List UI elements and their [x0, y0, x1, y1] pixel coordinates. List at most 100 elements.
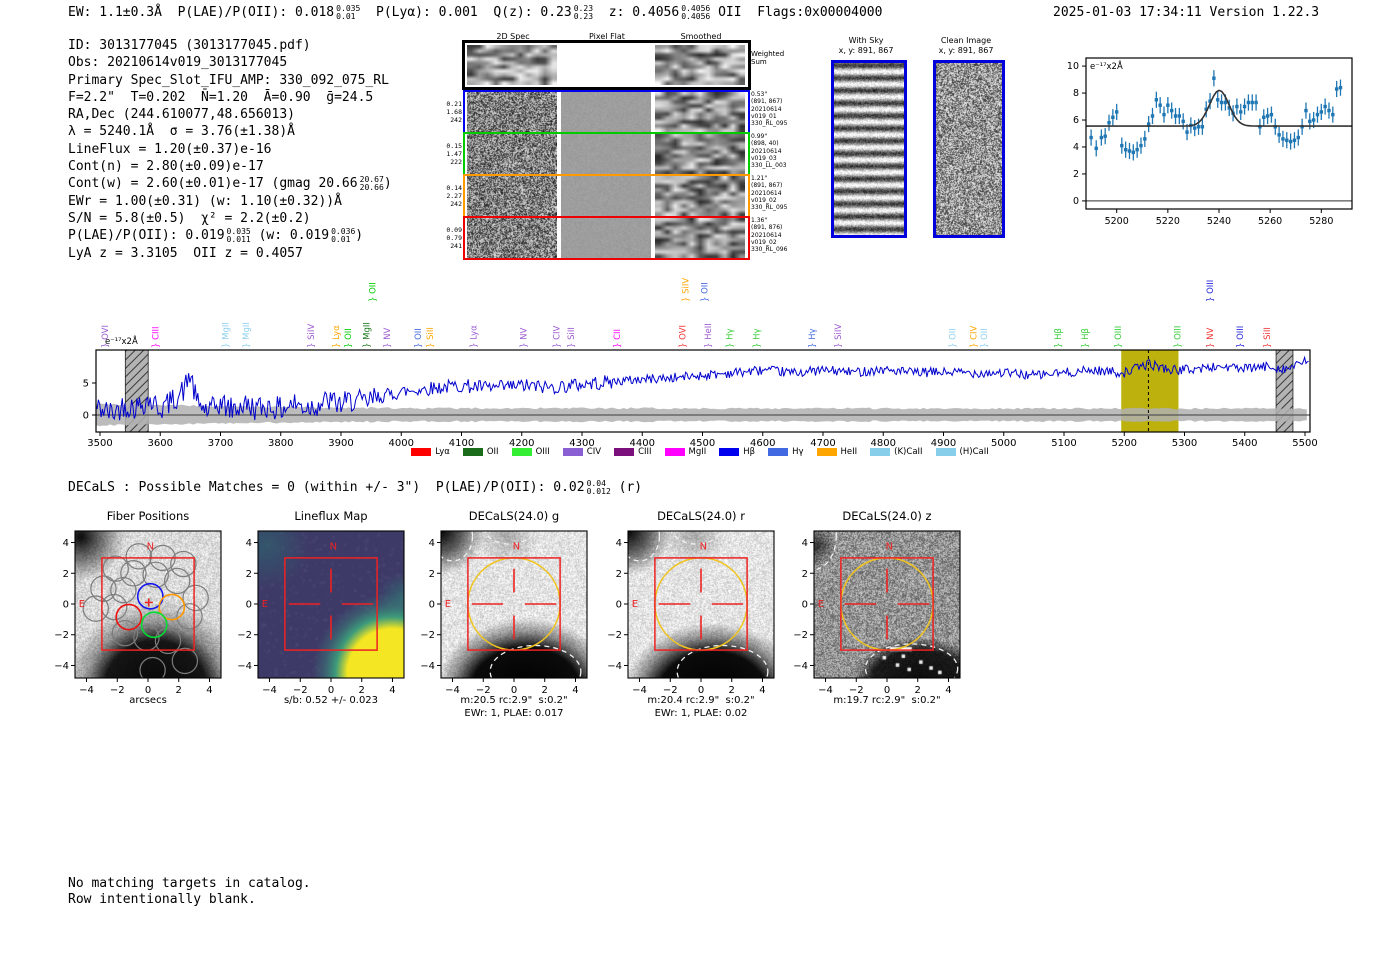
- svg-text:5240: 5240: [1207, 216, 1231, 227]
- svg-text:5220: 5220: [1156, 216, 1180, 227]
- panel-caption: m:19.7 rc:2.9" s:0.2": [833, 695, 941, 706]
- svg-text:5280: 5280: [1309, 216, 1333, 227]
- fiber-smoothed-image: [655, 92, 745, 132]
- svg-text:} Hβ: } Hβ: [1081, 328, 1091, 348]
- svg-text:} OII: } OII: [368, 282, 378, 302]
- svg-text:} SiII: } SiII: [567, 327, 577, 348]
- svg-text:0: 0: [429, 600, 435, 611]
- fiber-smoothed-image: [655, 218, 745, 258]
- clean-image: [933, 60, 1005, 238]
- svg-text:} CIV: } CIV: [970, 325, 980, 348]
- legend-swatch: [664, 448, 685, 456]
- panel-decals_z: DECaLS(24.0) z N E −4 −4 −2 −2 0 0 2 2 4 4 m:19.7 rc:…: [784, 503, 990, 725]
- panel-image-decals_r: [628, 531, 774, 678]
- svg-text:6: 6: [1073, 115, 1079, 126]
- svg-text:5300: 5300: [1172, 438, 1197, 449]
- svg-text:} Hβ: } Hβ: [1054, 328, 1064, 348]
- fiber-weight-labels: 0.09 0.79 241: [446, 226, 462, 250]
- svg-text:−2: −2: [607, 630, 622, 641]
- svg-text:2: 2: [616, 569, 622, 580]
- panel-caption: EWr: 1, PLAE: 0.017: [464, 708, 564, 719]
- weighted-2d-spec-image: [467, 45, 557, 85]
- legend-swatch: [462, 448, 483, 456]
- svg-text:4: 4: [63, 538, 69, 549]
- svg-text:5: 5: [83, 379, 89, 390]
- panel-caption: s/b: 0.52 +/- 0.023: [283, 695, 379, 706]
- svg-text:8: 8: [1073, 88, 1079, 99]
- timestamp-version: 2025-01-03 17:34:11 Version 1.22.3: [1053, 5, 1320, 20]
- panel-decals_g: DECaLS(24.0) g N E −4 −4 −2 −2 0 0 2 2 4 4 m:20.5 rc:…: [411, 503, 617, 725]
- legend-swatch: [768, 448, 789, 456]
- svg-text:} Hγ: } Hγ: [753, 328, 763, 348]
- svg-text:2: 2: [802, 569, 808, 580]
- svg-text:−4: −4: [54, 661, 69, 672]
- legend-swatch: [614, 448, 635, 456]
- svg-text:4: 4: [616, 538, 622, 549]
- svg-text:} OIII: } OIII: [1206, 280, 1216, 302]
- svg-text:2: 2: [1073, 169, 1079, 180]
- weighted-sum-label: Weighted Sum: [751, 50, 785, 66]
- legend-item: Hγ: [768, 447, 804, 457]
- svg-text:} OVI: } OVI: [101, 325, 111, 348]
- svg-text:} SiIV: } SiIV: [682, 278, 692, 302]
- legend-label: CIV: [586, 447, 602, 457]
- svg-text:} CIV: } CIV: [553, 325, 563, 348]
- elixer-report-page: EW: 1.1±0.3Å P(LAE)/P(OII): 0.018 0.035 0.…: [0, 0, 1400, 953]
- svg-text:} OII: } OII: [980, 328, 990, 348]
- svg-text:4: 4: [429, 538, 435, 549]
- svg-text:4: 4: [246, 538, 252, 549]
- svg-text:e⁻¹⁷x2Å: e⁻¹⁷x2Å: [1090, 60, 1123, 72]
- fiber-detail-labels: 1.36" (891, 876) 20210614 v019_02 330_RL_096: [751, 217, 788, 254]
- legend-item: Lyα: [411, 447, 450, 457]
- panel-caption: m:20.5 rc:2.9" s:0.2": [460, 695, 568, 706]
- fiber-pixel-flat-image: [561, 134, 651, 174]
- header-measurements: EW: 1.1±0.3Å P(LAE)/P(OII): 0.018 0.035 0.…: [68, 4, 883, 22]
- svg-text:2: 2: [246, 569, 252, 580]
- svg-text:−4: −4: [793, 661, 808, 672]
- legend-swatch: [816, 448, 837, 456]
- panel-title: DECaLS(24.0) g: [468, 509, 560, 523]
- svg-text:−2: −2: [420, 630, 435, 641]
- svg-text:−4: −4: [607, 661, 622, 672]
- fiber-2d-spec-image: [467, 176, 557, 216]
- legend-item: CIII: [614, 447, 652, 457]
- info-line: F=2.2" T=0.202 N̄=1.20 Ā=0.90 ḡ=24.5: [68, 89, 374, 105]
- legend-swatch: [511, 448, 532, 456]
- fiber-pixel-flat-image: [561, 92, 651, 132]
- svg-text:} Lyα: } Lyα: [332, 325, 342, 348]
- weighted-pixel-flat-image: [561, 45, 651, 85]
- full-spectrum-plot: 3500 3600 3700 3800 3900 4000 4100 4200 4300 4400…: [83, 278, 1318, 449]
- panel-lineflux: Lineflux Map N E −4 −4 −2 −2 0 0 2 2 4 4 s/b: 0.52 +/…: [228, 503, 434, 725]
- info-line: ID: 3013177045 (3013177045.pdf): [68, 38, 311, 53]
- svg-text:5200: 5200: [1112, 438, 1137, 449]
- svg-text:} HeII: } HeII: [704, 323, 714, 348]
- panel-image-fiber: [75, 531, 221, 678]
- panel-image-lineflux: [258, 531, 404, 678]
- fiber-2d-spec-image: [467, 134, 557, 174]
- with-sky-image: [831, 60, 907, 238]
- svg-text:−4: −4: [420, 661, 435, 672]
- svg-text:5260: 5260: [1258, 216, 1282, 227]
- svg-text:} SiIV: } SiIV: [834, 324, 844, 348]
- panel-image-decals_g: [441, 531, 587, 678]
- legend-item: OII: [462, 447, 499, 457]
- legend-item: MgII: [664, 447, 706, 457]
- legend-label: HeII: [840, 447, 858, 457]
- legend-item: CIV: [562, 447, 602, 457]
- svg-text:} Lyα: } Lyα: [470, 325, 480, 348]
- svg-text:2: 2: [63, 569, 69, 580]
- panel-title: DECaLS(24.0) z: [842, 509, 932, 523]
- fiber-pixel-flat-image: [561, 176, 651, 216]
- legend-swatch: [870, 448, 891, 456]
- svg-text:0: 0: [616, 600, 622, 611]
- fiber-2d-spec-image: [467, 92, 557, 132]
- info-line: λ = 5240.1Å σ = 3.76(±1.38)Å: [68, 124, 295, 140]
- svg-text:3500: 3500: [87, 438, 112, 449]
- svg-text:−2: −2: [793, 630, 808, 641]
- fiber-detail-labels: 0.99" (898, 40) 20210614 v019_03 330_LL_003: [751, 133, 787, 170]
- svg-text:0: 0: [63, 600, 69, 611]
- svg-text:} NV: } NV: [383, 328, 393, 348]
- svg-text:3800: 3800: [268, 438, 293, 449]
- legend-label: (K)CaII: [894, 447, 923, 457]
- info-line: Cont(w) = 2.60(±0.01)e-17 (gmag 20.66 20.…: [68, 175, 392, 193]
